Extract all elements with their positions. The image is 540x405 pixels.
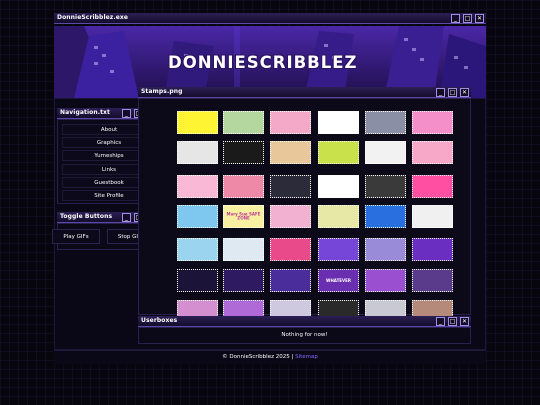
stamp-image	[223, 238, 264, 261]
userboxes-empty-text: Nothing for now!	[281, 332, 328, 338]
userboxes-minimize-button[interactable]: _	[436, 317, 445, 326]
stamp-image	[223, 111, 264, 134]
stamp-image	[270, 141, 311, 164]
stamp-image: WHATEVER	[318, 269, 359, 292]
stamp-image	[223, 175, 264, 198]
stamp-image	[177, 269, 218, 292]
stamp-image	[412, 269, 453, 292]
stamp-image	[177, 111, 218, 134]
stamp-image	[270, 205, 311, 228]
userboxes-titlebar: Userboxes _ □ ✕	[138, 316, 471, 327]
userboxes-close-button[interactable]: ✕	[460, 317, 469, 326]
stamp-image	[318, 205, 359, 228]
nav-minimize-button[interactable]: _	[122, 109, 131, 118]
stamp-grid: Mary Sue SAFE ZONE WHATEVER	[139, 99, 472, 316]
sitemap-link[interactable]: Sitemap	[295, 354, 318, 360]
main-window-title: DonnieScribblez.exe	[57, 14, 129, 21]
stamp-image	[223, 269, 264, 292]
footer-copyright: © DonnieScribblez 2025 |	[222, 354, 294, 360]
stamp-text: WHATEVER	[326, 277, 351, 283]
stamp-image	[365, 141, 406, 164]
stamp-image	[412, 205, 453, 228]
stamp-image	[318, 111, 359, 134]
stamp-image	[270, 111, 311, 134]
main-window-titlebar: DonnieScribblez.exe _ □ ✕	[54, 13, 486, 24]
close-button[interactable]: ✕	[475, 14, 484, 23]
stamp-image	[318, 141, 359, 164]
stamp-image	[412, 141, 453, 164]
maximize-button[interactable]: □	[463, 14, 472, 23]
stamp-text: Mary Sue SAFE ZONE	[226, 211, 261, 221]
stamp-image	[270, 238, 311, 261]
play-gifs-button[interactable]: Play GIFs	[52, 229, 100, 244]
stamp-image: Mary Sue SAFE ZONE	[223, 205, 264, 228]
stamps-maximize-button[interactable]: □	[448, 88, 457, 97]
stamp-image	[365, 269, 406, 292]
stamp-image	[365, 238, 406, 261]
stamps-minimize-button[interactable]: _	[436, 88, 445, 97]
stamp-image	[177, 238, 218, 261]
stamp-image	[365, 111, 406, 134]
stamp-image	[412, 111, 453, 134]
banner-title: DONNIESCRIBBLEZ	[168, 53, 358, 72]
stamp-image	[223, 141, 264, 164]
stamp-image	[270, 269, 311, 292]
stamp-image	[270, 175, 311, 198]
stamps-title: Stamps.png	[141, 88, 183, 95]
stamp-image	[365, 300, 406, 316]
stamp-image	[365, 175, 406, 198]
stamps-close-button[interactable]: ✕	[460, 88, 469, 97]
stamp-image	[223, 300, 264, 316]
userboxes-panel: Nothing for now!	[138, 327, 471, 344]
toggle-title: Toggle Buttons	[60, 213, 113, 220]
minimize-button[interactable]: _	[451, 14, 460, 23]
stamps-titlebar: Stamps.png _ □ ✕	[138, 87, 471, 98]
stamp-image	[318, 300, 359, 316]
footer: © DonnieScribblez 2025 | Sitemap	[54, 350, 486, 364]
toggle-minimize-button[interactable]: _	[122, 213, 131, 222]
stamp-image	[177, 175, 218, 198]
stamp-image	[412, 175, 453, 198]
stamp-image	[365, 205, 406, 228]
stamps-panel: Mary Sue SAFE ZONE WHATEVER	[138, 98, 472, 316]
userboxes-maximize-button[interactable]: □	[448, 317, 457, 326]
navigation-title: Navigation.txt	[60, 109, 110, 116]
stamp-image	[412, 238, 453, 261]
userboxes-title: Userboxes	[141, 317, 178, 324]
stamp-image	[318, 238, 359, 261]
stamp-image	[412, 300, 453, 316]
stamp-image	[177, 141, 218, 164]
stamp-image	[318, 175, 359, 198]
stamp-image	[177, 205, 218, 228]
stamp-image	[177, 300, 218, 316]
stamp-image	[270, 300, 311, 316]
